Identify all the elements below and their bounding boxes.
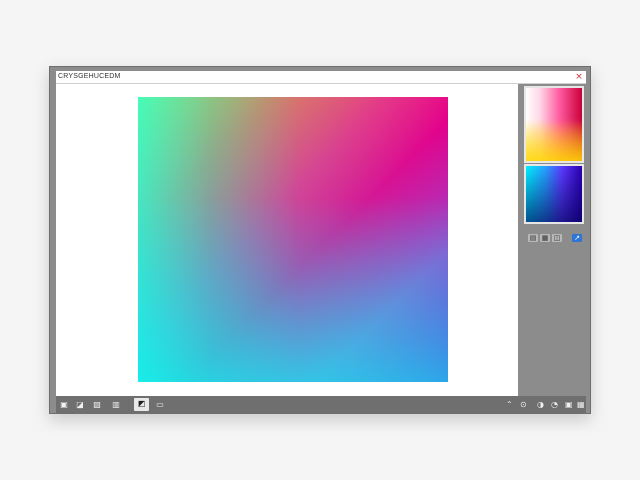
app-icon[interactable]: ◩	[134, 398, 149, 411]
calendar-icon[interactable]: ▦	[577, 399, 585, 411]
image-icon[interactable]: ▧	[91, 399, 103, 411]
chevron-up-icon[interactable]: ⌃	[506, 399, 513, 411]
desktop: CRYSGEHUCEDM × ▤ ▦ ◫ ↗ ▣ ◪ ▧ ▥ ◩ ▭ ⌃ ⊙ ◑…	[0, 0, 640, 480]
panel-tool-row: ▤ ▦ ◫ ↗	[528, 234, 582, 244]
window-title: CRYSGEHUCEDM	[58, 73, 121, 80]
taskbar: ▣ ◪ ▧ ▥ ◩ ▭ ⌃ ⊙ ◑ ◔ ▣ ▦	[56, 396, 586, 414]
share-icon[interactable]: ↗	[572, 234, 582, 242]
extra-icon[interactable]: ▭	[154, 399, 166, 411]
layers-icon[interactable]: ▤	[528, 234, 538, 242]
canvas-area	[56, 84, 518, 396]
color-panel: ▤ ▦ ◫ ↗	[520, 84, 586, 396]
battery-icon[interactable]: ◑	[537, 399, 544, 411]
app-window: CRYSGEHUCEDM × ▤ ▦ ◫ ↗ ▣ ◪ ▧ ▥ ◩ ▭ ⌃ ⊙ ◑…	[49, 66, 591, 414]
grid-icon[interactable]: ▦	[540, 234, 550, 242]
folder-icon[interactable]: ◪	[74, 399, 86, 411]
notification-icon[interactable]: ▣	[565, 399, 573, 411]
network-icon[interactable]: ⊙	[520, 399, 527, 411]
window-icon[interactable]: ▥	[110, 399, 122, 411]
warm-gradient-swatch[interactable]	[524, 86, 584, 163]
gradient-canvas[interactable]	[138, 97, 448, 382]
cool-gradient-swatch[interactable]	[524, 164, 584, 224]
volume-icon[interactable]: ◔	[551, 399, 558, 411]
file-icon[interactable]: ▣	[58, 399, 70, 411]
close-button[interactable]: ×	[574, 71, 584, 83]
palette-icon[interactable]: ◫	[552, 234, 562, 242]
title-bar: CRYSGEHUCEDM ×	[56, 71, 586, 84]
